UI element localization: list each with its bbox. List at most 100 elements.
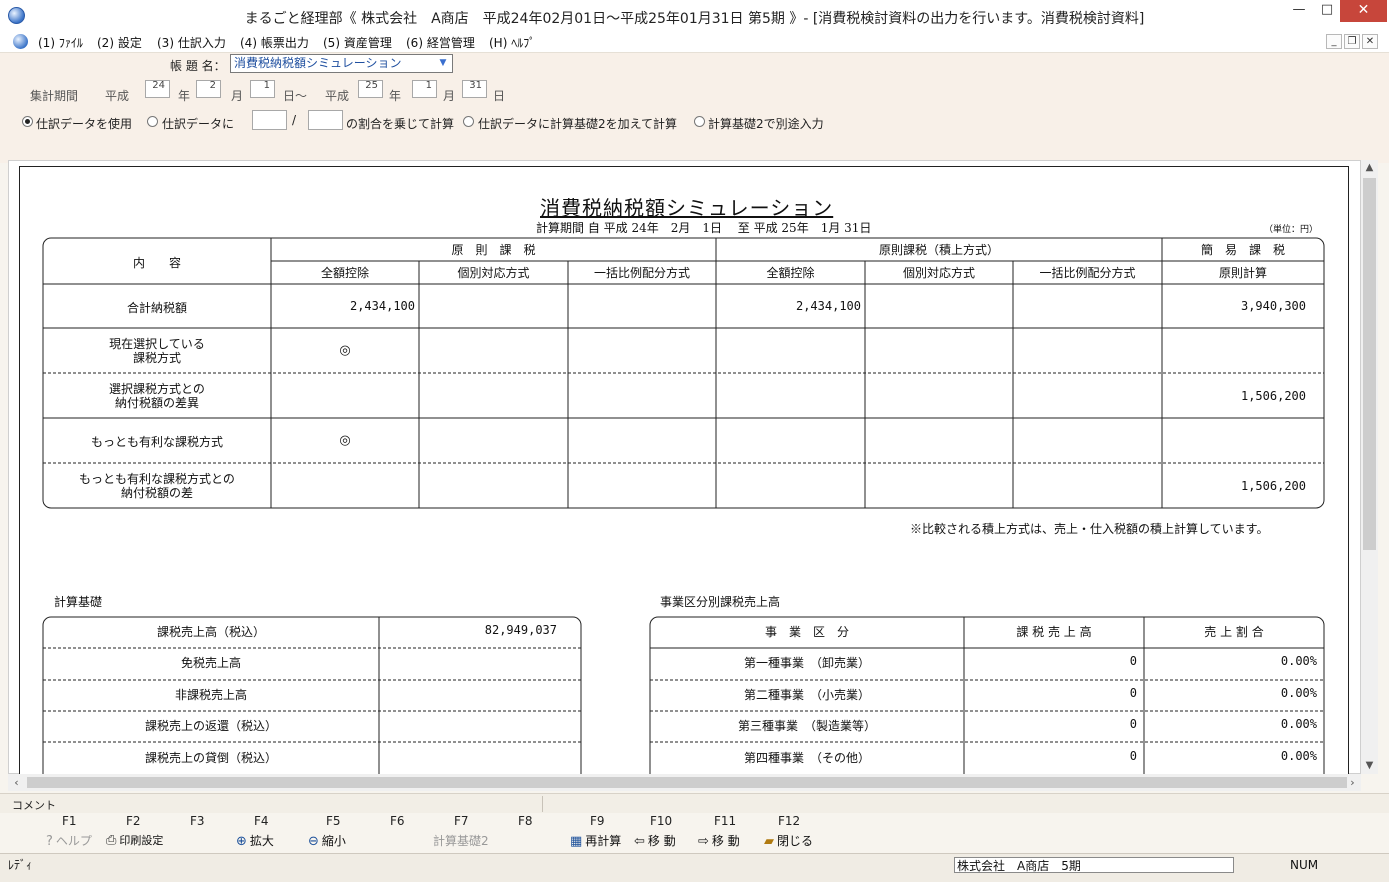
comparison-note: ※比較される積上方式は、売上・仕入税額の積上計算しています。 [910, 522, 1269, 536]
basis-label: 課税売上の貸倒（税込） [144, 751, 277, 765]
menu-journal[interactable]: (3) 仕訳入力 [157, 34, 226, 51]
zoom-out-button[interactable]: ⊖ 縮小 [308, 832, 346, 849]
business-title: 事業区分別課税売上高 [660, 595, 781, 609]
report-title: 消費税納税額シミュレーション [540, 196, 834, 220]
move-prev-button[interactable]: ⇦ 移 動 [634, 832, 676, 849]
close-button[interactable]: ✕ [1340, 0, 1387, 22]
business-name: 第二種事業 （小売業） [743, 688, 870, 702]
scroll-up-icon[interactable]: ▲ [1361, 162, 1378, 173]
horizontal-scrollbar[interactable]: ‹ › [8, 774, 1361, 791]
radio-basis2-only[interactable] [694, 116, 705, 127]
report-period: 計算期間 自 平成 24年 2月 1日 至 平成 25年 1月 31日 [536, 221, 872, 235]
recalculate-button[interactable]: ▦ 再計算 [570, 832, 621, 849]
header-simplified: 簡 易 課 税 [1200, 243, 1285, 257]
comment-bar: コメント [0, 793, 1389, 814]
row-best-diff-label-2: 納付税額の差 [120, 486, 193, 500]
month-unit-start: 月 [231, 89, 244, 103]
start-year-input[interactable]: 24 [145, 80, 170, 98]
ratio-numerator-input[interactable] [252, 110, 287, 130]
window-title: まるごと経理部《 株式会社 A商店 平成24年02月01日～平成25年01月31… [244, 11, 1145, 27]
menu-assets[interactable]: (5) 資産管理 [323, 34, 392, 51]
year-unit-end: 年 [389, 89, 402, 103]
period-label: 集計期間 [30, 89, 79, 103]
day-unit-end: 日 [493, 89, 506, 103]
move-next-button[interactable]: ⇨ 移 動 [698, 832, 740, 849]
row-total-tax-stacking-full: 2,434,100 [795, 299, 861, 313]
fkey-f10: F10 [650, 814, 673, 828]
radio-basis2-only-label: 計算基礎2で別途入力 [708, 117, 824, 131]
business-name: 第四種事業 （その他） [743, 751, 870, 765]
menu-bar: (1) ﾌｧｲﾙ (2) 設定 (3) 仕訳入力 (4) 帳票出力 (5) 資産… [0, 32, 1389, 53]
ratio-denominator-input[interactable] [308, 110, 343, 130]
scroll-right-icon[interactable]: › [1344, 774, 1361, 791]
fkey-f1: F1 [62, 814, 77, 828]
business-amount: 0 [1129, 717, 1137, 731]
business-amount: 0 [1129, 749, 1137, 763]
vertical-scroll-thumb[interactable] [1363, 178, 1376, 550]
radio-use-journal[interactable] [22, 116, 33, 127]
chevron-down-icon[interactable]: ▼ [436, 55, 450, 72]
end-year-input[interactable]: 25 [358, 80, 383, 98]
title-bar: まるごと経理部《 株式会社 A商店 平成24年02月01日～平成25年01月31… [0, 0, 1389, 32]
basis2-button[interactable]: 計算基礎2 [433, 832, 489, 849]
month-unit-end: 月 [443, 89, 456, 103]
comment-label: コメント [12, 799, 56, 812]
basis-label: 課税売上の返還（税込） [144, 719, 277, 733]
business-ratio: 0.00% [1280, 749, 1317, 763]
fkey-f7: F7 [454, 814, 469, 828]
close-window-button[interactable]: ▰ 閉じる [764, 832, 813, 849]
menu-help[interactable]: (H) ﾍﾙﾌﾟ [489, 34, 535, 51]
scroll-left-icon[interactable]: ‹ [8, 774, 25, 791]
radio-journal-ratio-label: 仕訳データに [162, 117, 235, 131]
document-icon[interactable] [13, 34, 28, 49]
menu-management[interactable]: (6) 経営管理 [406, 34, 475, 51]
maximize-button[interactable]: □ [1314, 0, 1340, 22]
header-principle-stacking: 原則課税（積上方式） [878, 243, 999, 257]
help-button-label: ヘルプ [55, 834, 92, 848]
fkey-f9: F9 [590, 814, 605, 828]
menu-file[interactable]: (1) ﾌｧｲﾙ [38, 34, 83, 51]
ratio-slash: / [292, 113, 297, 127]
arrow-right-icon: ⇨ [698, 834, 709, 849]
current-method-mark: ◎ [339, 343, 351, 358]
end-day-input[interactable]: 31 [462, 80, 487, 98]
row-current-method-label-2: 課税方式 [132, 351, 181, 365]
move-next-label: 移 動 [711, 834, 740, 848]
zoom-in-button[interactable]: ⊕ 拡大 [236, 832, 274, 849]
mdi-minimize-button[interactable]: _ [1326, 34, 1342, 49]
menu-settings[interactable]: (2) 設定 [97, 34, 142, 51]
mdi-close-button[interactable]: ✕ [1362, 34, 1378, 49]
business-ratio: 0.00% [1280, 654, 1317, 668]
day-unit-start: 日～ [283, 89, 308, 103]
horizontal-scroll-thumb[interactable] [27, 777, 1347, 788]
sub-header: 一括比例配分方式 [1039, 266, 1136, 280]
mdi-restore-button[interactable]: ❐ [1344, 34, 1360, 49]
end-month-input[interactable]: 1 [412, 80, 437, 98]
row-total-tax-simplified: 3,940,300 [1240, 299, 1306, 313]
scroll-down-icon[interactable]: ▼ [1361, 760, 1378, 771]
print-settings-button[interactable]: ⎙ 印刷設定 [106, 832, 163, 848]
sub-header: 個別対応方式 [902, 266, 975, 280]
fkey-f6: F6 [390, 814, 405, 828]
start-month-input[interactable]: 2 [196, 80, 221, 98]
era-label-start: 平成 [105, 89, 130, 103]
radio-journal-plus-basis2[interactable] [463, 116, 474, 127]
menu-reports[interactable]: (4) 帳票出力 [240, 34, 309, 51]
radio-use-journal-label: 仕訳データを使用 [36, 117, 133, 131]
fkey-f3: F3 [190, 814, 205, 828]
report-name-label: 帳 題 名： [170, 59, 226, 73]
calculator-icon: ▦ [570, 834, 583, 849]
row-total-tax-label: 合計納税額 [126, 301, 187, 315]
header-principle: 原 則 課 税 [451, 243, 536, 257]
folder-open-icon: ▰ [764, 834, 774, 849]
start-day-input[interactable]: 1 [250, 80, 275, 98]
minimize-button[interactable]: — [1284, 0, 1314, 22]
fkey-f12: F12 [778, 814, 801, 828]
sub-header: 原則計算 [1218, 266, 1267, 280]
help-button[interactable]: ? ヘルプ [46, 832, 92, 849]
report-name-select[interactable]: 消費税納税額シミュレーション ▼ [230, 54, 453, 73]
vertical-scrollbar[interactable]: ▲ ▼ [1361, 160, 1378, 774]
best-method-mark: ◎ [339, 433, 351, 448]
print-settings-label: 印刷設定 [119, 834, 164, 847]
radio-journal-ratio[interactable] [147, 116, 158, 127]
